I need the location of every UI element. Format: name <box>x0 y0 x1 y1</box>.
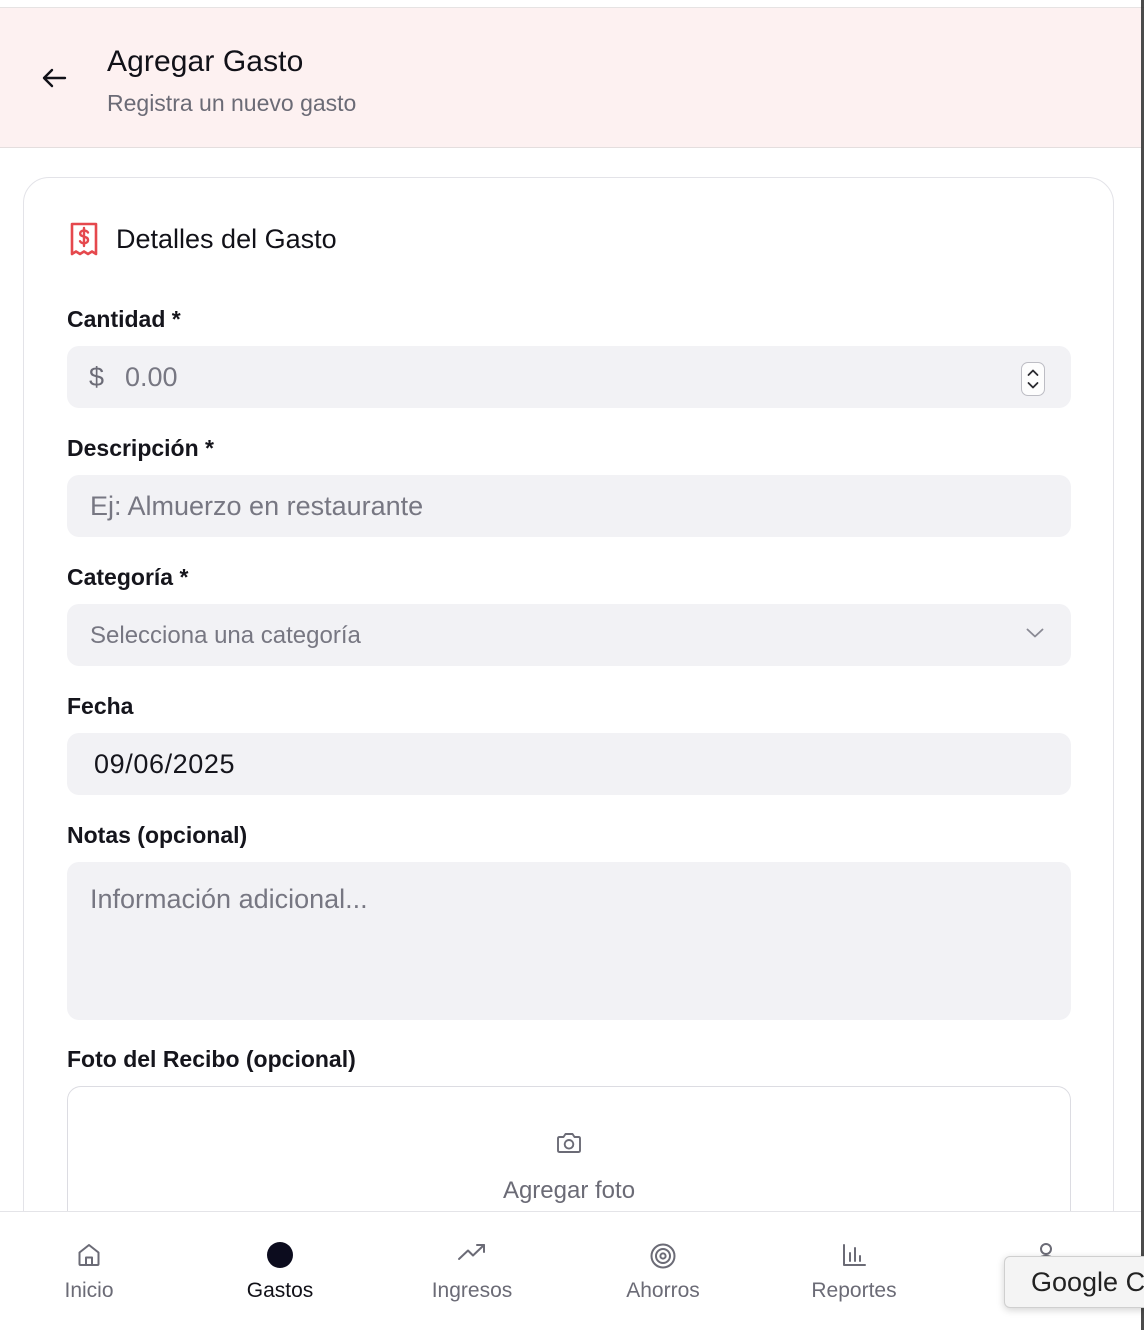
nav-label-ahorros: Ahorros <box>626 1279 700 1302</box>
category-placeholder: Selecciona una categoría <box>90 622 361 649</box>
nav-label-ingresos: Ingresos <box>431 1279 513 1302</box>
expense-details-card: Detalles del Gasto Cantidad * $ 0.00 Des… <box>23 177 1114 1212</box>
notes-label: Notas (opcional) <box>67 822 248 848</box>
nav-item-inicio[interactable]: Inicio <box>19 1212 159 1330</box>
date-value: 09/06/2025 <box>94 749 236 779</box>
description-placeholder: Ej: Almuerzo en restaurante <box>90 491 424 521</box>
back-button[interactable] <box>38 64 70 92</box>
amount-input[interactable]: $ 0.00 <box>67 346 1071 408</box>
dot-icon <box>267 1242 293 1268</box>
category-select[interactable]: Selecciona una categoría <box>67 604 1071 666</box>
currency-symbol: $ <box>89 362 105 392</box>
nav-item-reportes[interactable]: Reportes <box>784 1212 924 1330</box>
chevron-up-down-icon <box>1027 369 1039 389</box>
chevron-down-icon <box>1026 628 1044 638</box>
notes-placeholder: Información adicional... <box>90 884 368 914</box>
bar-chart-icon <box>843 1244 866 1266</box>
category-label: Categoría * <box>67 564 189 590</box>
nav-label-inicio: Inicio <box>64 1279 114 1302</box>
window-top-strip <box>0 0 1144 8</box>
notes-textarea[interactable]: Información adicional... <box>67 862 1071 1020</box>
browser-tooltip: Google C <box>1004 1256 1144 1308</box>
description-label: Descripción * <box>67 435 214 461</box>
date-input[interactable]: 09/06/2025 <box>67 733 1071 795</box>
add-photo-label: Agregar foto <box>502 1177 636 1204</box>
date-label: Fecha <box>67 693 134 719</box>
camera-icon <box>557 1133 581 1153</box>
amount-label: Cantidad * <box>67 306 181 332</box>
trending-up-icon <box>458 1244 485 1260</box>
nav-item-ingresos[interactable]: Ingresos <box>402 1212 542 1330</box>
target-icon <box>650 1243 676 1269</box>
card-header: Detalles del Gasto <box>68 222 337 256</box>
nav-label-reportes: Reportes <box>811 1279 897 1302</box>
receipt-label: Foto del Recibo (opcional) <box>67 1046 356 1072</box>
home-icon <box>78 1244 100 1266</box>
add-photo-button[interactable]: Agregar foto <box>67 1086 1071 1212</box>
amount-placeholder: 0.00 <box>125 362 178 392</box>
nav-label-gastos: Gastos <box>246 1279 314 1302</box>
nav-item-gastos[interactable]: Gastos <box>210 1212 350 1330</box>
description-input[interactable]: Ej: Almuerzo en restaurante <box>67 475 1071 537</box>
card-title: Detalles del Gasto <box>116 223 337 254</box>
bottom-navigation: Inicio Gastos Ingresos Ahorros Reportes <box>0 1211 1141 1330</box>
arrow-left-icon <box>42 68 67 88</box>
nav-item-ahorros[interactable]: Ahorros <box>593 1212 733 1330</box>
form-scroll-area[interactable]: Detalles del Gasto Cantidad * $ 0.00 Des… <box>0 149 1141 1212</box>
page-subtitle: Registra un nuevo gasto <box>107 90 357 116</box>
receipt-dollar-icon <box>70 222 98 256</box>
amount-stepper[interactable] <box>1021 362 1045 396</box>
page-title: Agregar Gasto <box>107 45 304 78</box>
page-header: Agregar Gasto Registra un nuevo gasto <box>0 8 1141 148</box>
tooltip-text: Google C <box>1031 1267 1144 1297</box>
